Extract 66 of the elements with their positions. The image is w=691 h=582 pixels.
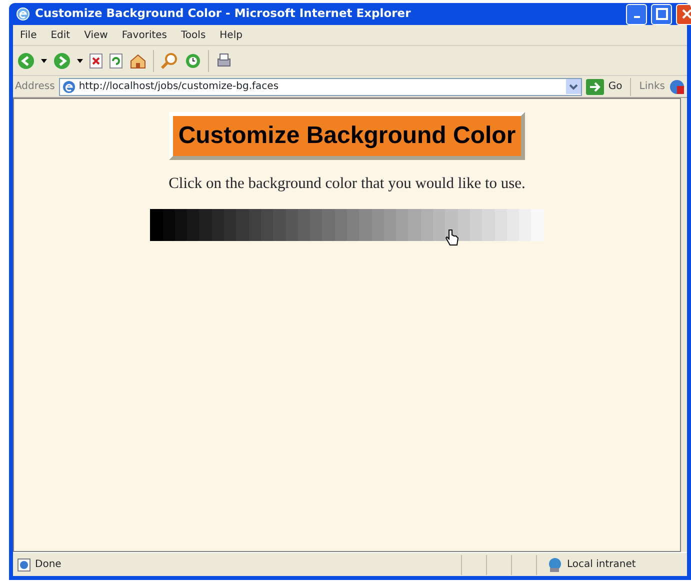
close-icon xyxy=(680,8,691,20)
address-field[interactable]: http://localhost/jobs/customize-bg.faces xyxy=(58,78,582,96)
menu-item[interactable]: Help xyxy=(212,28,250,42)
color-swatch[interactable] xyxy=(310,209,322,242)
network-icon xyxy=(547,556,563,572)
color-swatch[interactable] xyxy=(384,209,396,242)
home-icon[interactable] xyxy=(129,52,147,68)
color-swatch[interactable] xyxy=(236,209,249,242)
menu-item[interactable]: Edit xyxy=(44,28,78,42)
window-title: Customize Background Color - Microsoft Internet Explorer xyxy=(35,5,411,22)
color-swatch[interactable] xyxy=(334,209,347,242)
minimize-icon xyxy=(634,16,640,18)
menu-item[interactable]: View xyxy=(77,28,115,42)
color-swatch[interactable] xyxy=(199,209,212,242)
color-swatch[interactable] xyxy=(408,209,421,242)
color-swatch[interactable] xyxy=(322,209,335,242)
search-icon[interactable] xyxy=(160,52,178,70)
maximize-button[interactable] xyxy=(651,4,672,24)
color-swatch[interactable] xyxy=(150,209,163,242)
color-swatch[interactable] xyxy=(273,209,286,242)
stop-icon[interactable] xyxy=(89,52,103,68)
color-swatch[interactable] xyxy=(494,209,507,242)
color-swatch[interactable] xyxy=(174,209,188,242)
printer-icon[interactable] xyxy=(215,52,233,70)
links-button[interactable]: Links xyxy=(639,79,665,94)
color-swatch[interactable] xyxy=(347,209,360,242)
address-label: Address xyxy=(15,80,55,94)
menu-item[interactable]: Favorites xyxy=(114,28,174,42)
maximize-icon xyxy=(656,8,668,20)
menu-item[interactable]: File xyxy=(13,28,44,42)
zone-text: Local intranet xyxy=(567,558,637,572)
hand-cursor-icon xyxy=(445,229,459,247)
color-swatch[interactable] xyxy=(470,209,482,242)
page-icon xyxy=(17,558,31,572)
color-swatch[interactable] xyxy=(506,209,520,242)
color-swatch[interactable] xyxy=(396,209,408,242)
color-swatch[interactable] xyxy=(212,209,224,242)
forward-icon[interactable] xyxy=(53,52,71,70)
back-icon[interactable] xyxy=(17,52,35,70)
history-icon[interactable] xyxy=(184,52,202,70)
close-button[interactable] xyxy=(676,4,691,24)
refresh-icon[interactable] xyxy=(109,52,123,68)
color-swatch[interactable] xyxy=(433,209,446,242)
color-swatch[interactable] xyxy=(420,209,434,242)
color-swatch[interactable] xyxy=(224,209,236,242)
dropdown-icon[interactable] xyxy=(41,58,47,62)
color-swatch[interactable] xyxy=(248,209,261,242)
status-text: Done xyxy=(35,558,62,572)
page-icon[interactable] xyxy=(669,78,685,94)
color-swatch[interactable] xyxy=(187,209,200,242)
dropdown-icon[interactable] xyxy=(77,58,83,62)
browser-icon xyxy=(15,6,31,22)
color-swatch[interactable] xyxy=(260,209,274,242)
color-swatch[interactable] xyxy=(298,209,310,242)
color-swatch[interactable] xyxy=(162,209,175,242)
color-swatch[interactable] xyxy=(372,209,384,242)
color-swatch[interactable] xyxy=(482,209,495,242)
menu-item[interactable]: Tools xyxy=(174,28,213,42)
instruction-text: Click on the background color that you would like to use. xyxy=(168,174,526,194)
color-swatch[interactable] xyxy=(286,209,298,242)
color-swatch[interactable] xyxy=(458,209,470,242)
page-heading: Customize Background Color xyxy=(169,112,525,160)
go-button[interactable]: Go xyxy=(586,78,622,94)
color-swatch[interactable] xyxy=(359,209,372,242)
page-icon xyxy=(62,80,76,94)
minimize-button[interactable] xyxy=(626,4,647,24)
